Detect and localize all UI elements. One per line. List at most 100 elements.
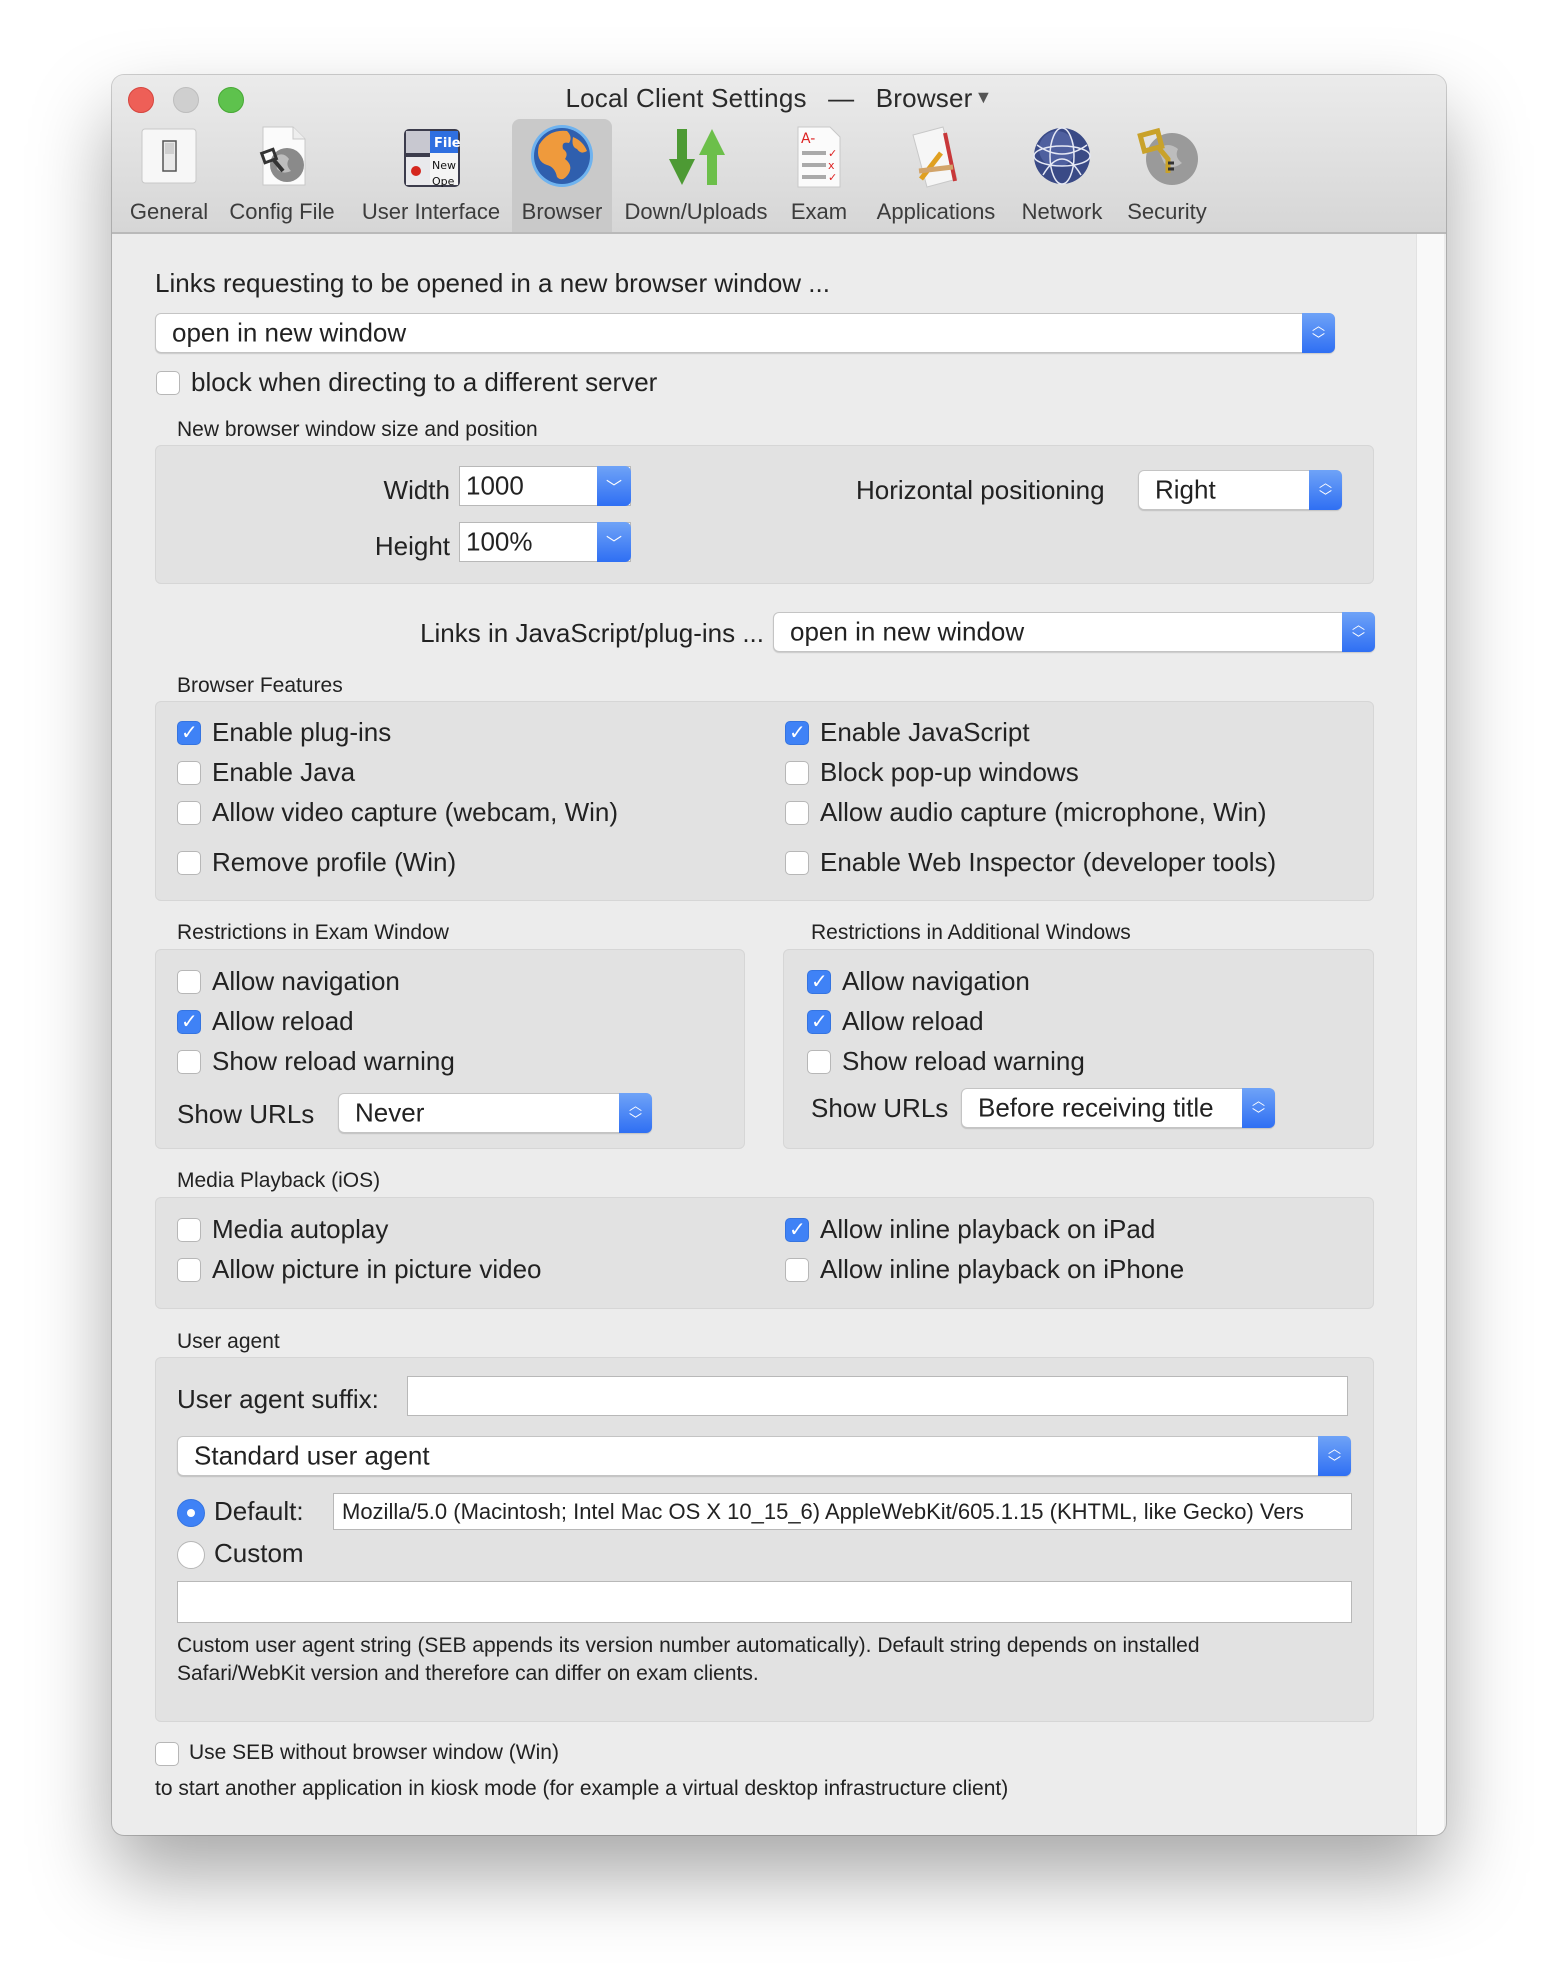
user-agent-suffix-field[interactable] <box>407 1376 1348 1416</box>
height-value: 100% <box>466 526 533 557</box>
up-down-chevron-icon: ︿ ﹀ <box>1309 470 1342 510</box>
default-user-agent-value: Mozilla/5.0 (Macintosh; Intel Mac OS X 1… <box>342 1498 1304 1524</box>
additional-allow-reload-checkbox[interactable] <box>807 1009 831 1034</box>
chevron-down-icon[interactable]: ﹀ <box>597 522 631 562</box>
exam-allow-reload-checkbox[interactable] <box>177 1009 201 1034</box>
additional-show-urls-label: Show URLs <box>811 1093 949 1123</box>
picture-in-picture-checkbox[interactable] <box>177 1258 201 1282</box>
window-title-text: Local Client Settings <box>565 83 807 113</box>
height-label: Height <box>374 531 450 561</box>
exam-reload-warning-label: Show reload warning <box>212 1046 455 1076</box>
default-user-agent-label: Default: <box>214 1496 304 1526</box>
exam-show-urls-label: Show URLs <box>177 1099 315 1129</box>
block-different-server-checkbox[interactable] <box>156 371 180 395</box>
switch-icon <box>141 128 197 184</box>
up-down-chevron-icon: ︿ ﹀ <box>1318 1436 1351 1476</box>
additional-show-urls-value: Before receiving title <box>978 1092 1214 1123</box>
additional-reload-warning-label: Show reload warning <box>842 1046 1085 1076</box>
js-links-popup[interactable]: open in new window ︿ ﹀ <box>773 612 1375 652</box>
no-browser-window-checkbox[interactable] <box>155 1742 179 1766</box>
window-size-group-label: New browser window size and position <box>177 418 538 441</box>
inline-playback-iphone-checkbox[interactable] <box>785 1258 809 1282</box>
additional-reload-warning-checkbox[interactable] <box>807 1050 831 1074</box>
user-agent-help-line-1: Custom user agent string (SEB appends it… <box>177 1634 1200 1657</box>
block-different-server-label: block when directing to a different serv… <box>191 367 658 397</box>
additional-restrictions-group-label: Restrictions in Additional Windows <box>811 921 1131 944</box>
video-capture-checkbox[interactable] <box>177 801 201 825</box>
exam-allow-navigation-checkbox[interactable] <box>177 970 201 994</box>
tab-down-uploads[interactable]: Down/Uploads <box>616 119 776 232</box>
tab-applications-label: Applications <box>876 199 996 224</box>
enable-java-label: Enable Java <box>212 757 356 787</box>
additional-allow-navigation-label: Allow navigation <box>842 966 1030 996</box>
tab-user-interface-label: User Interface <box>361 199 501 224</box>
enable-plugins-checkbox[interactable] <box>177 720 201 745</box>
exam-sheet-icon: A- ✓ x ✓ <box>797 126 841 188</box>
audio-capture-checkbox[interactable] <box>785 801 809 825</box>
inline-playback-ipad-label: Allow inline playback on iPad <box>820 1214 1156 1244</box>
up-down-chevron-icon: ︿ ﹀ <box>619 1093 652 1133</box>
up-down-chevron-icon: ︿ ﹀ <box>1342 612 1375 652</box>
tab-config-file[interactable]: Config File <box>218 119 346 232</box>
media-playback-group-label: Media Playback (iOS) <box>177 1169 381 1192</box>
tab-exam-label: Exam <box>790 199 848 224</box>
custom-user-agent-field[interactable] <box>177 1581 1352 1623</box>
tab-general[interactable]: General <box>124 119 214 232</box>
horizontal-positioning-value: Right <box>1155 474 1216 505</box>
svg-text:New: New <box>432 159 456 172</box>
user-agent-mode-popup[interactable]: Standard user agent ︿ ﹀ <box>177 1436 1351 1476</box>
additional-show-urls-popup[interactable]: Before receiving title ︿ ﹀ <box>961 1088 1275 1128</box>
chevron-down-icon[interactable]: ﹀ <box>597 466 631 506</box>
network-globe-icon <box>1033 127 1091 185</box>
new-window-policy-popup[interactable]: open in new window ︿ ﹀ <box>155 313 1335 353</box>
height-combobox[interactable]: 100% ﹀ <box>459 522 631 562</box>
exam-allow-navigation-label: Allow navigation <box>212 966 400 996</box>
title-bar: Local Client Settings — Browser ▼ General <box>112 75 1446 234</box>
title-menu-triangle-icon[interactable]: ▼ <box>975 87 993 107</box>
additional-allow-navigation-checkbox[interactable] <box>807 969 831 994</box>
up-down-chevron-icon: ︿ ﹀ <box>1242 1088 1275 1128</box>
web-inspector-label: Enable Web Inspector (developer tools) <box>820 847 1277 877</box>
default-user-agent-radio[interactable] <box>177 1499 205 1527</box>
config-file-icon <box>259 126 306 186</box>
remove-profile-checkbox[interactable] <box>177 851 201 875</box>
inline-playback-ipad-checkbox[interactable] <box>785 1217 809 1242</box>
js-links-label: Links in JavaScript/plug-ins ... <box>420 618 764 648</box>
default-user-agent-field[interactable]: Mozilla/5.0 (Macintosh; Intel Mac OS X 1… <box>333 1493 1352 1530</box>
exam-show-urls-popup[interactable]: Never ︿ ﹀ <box>338 1093 652 1133</box>
user-agent-mode-value: Standard user agent <box>194 1440 430 1471</box>
enable-java-checkbox[interactable] <box>177 761 201 785</box>
width-label: Width <box>383 475 450 505</box>
exam-allow-reload-label: Allow reload <box>212 1006 354 1036</box>
exam-restrictions-group-label: Restrictions in Exam Window <box>177 921 449 944</box>
globe-icon <box>531 125 593 187</box>
tab-network[interactable]: Network <box>1012 119 1112 232</box>
window-title[interactable]: Local Client Settings — Browser ▼ <box>112 83 1446 114</box>
block-popups-checkbox[interactable] <box>785 761 809 785</box>
tab-user-interface[interactable]: File New Ope User Interface <box>350 119 512 232</box>
width-combobox[interactable]: 1000 ﹀ <box>459 466 631 506</box>
exam-reload-warning-checkbox[interactable] <box>177 1050 201 1074</box>
js-links-value: open in new window <box>790 616 1025 647</box>
tab-applications[interactable]: Applications <box>862 119 1010 232</box>
tab-exam[interactable]: A- ✓ x ✓ Exam <box>779 119 859 232</box>
window-title-separator: — <box>828 83 855 113</box>
custom-user-agent-radio[interactable] <box>177 1541 205 1569</box>
tab-security[interactable]: Security <box>1115 119 1219 232</box>
width-value: 1000 <box>466 470 524 501</box>
horizontal-positioning-popup[interactable]: Right ︿ ﹀ <box>1138 470 1342 510</box>
tab-browser[interactable]: Browser <box>512 119 612 232</box>
up-down-chevron-icon: ︿ ﹀ <box>1302 313 1335 353</box>
exam-show-urls-value: Never <box>355 1097 425 1128</box>
block-popups-label: Block pop-up windows <box>820 757 1079 787</box>
user-agent-help-line-2: Safari/WebKit version and therefore can … <box>177 1662 759 1685</box>
enable-javascript-label: Enable JavaScript <box>820 717 1030 747</box>
media-autoplay-checkbox[interactable] <box>177 1218 201 1242</box>
enable-javascript-checkbox[interactable] <box>785 720 809 745</box>
enable-plugins-label: Enable plug-ins <box>212 717 392 747</box>
media-autoplay-label: Media autoplay <box>212 1214 389 1244</box>
user-agent-group-label: User agent <box>177 1330 280 1353</box>
vertical-scrollbar[interactable] <box>1416 234 1444 1835</box>
web-inspector-checkbox[interactable] <box>785 851 809 875</box>
tab-general-label: General <box>129 199 209 224</box>
